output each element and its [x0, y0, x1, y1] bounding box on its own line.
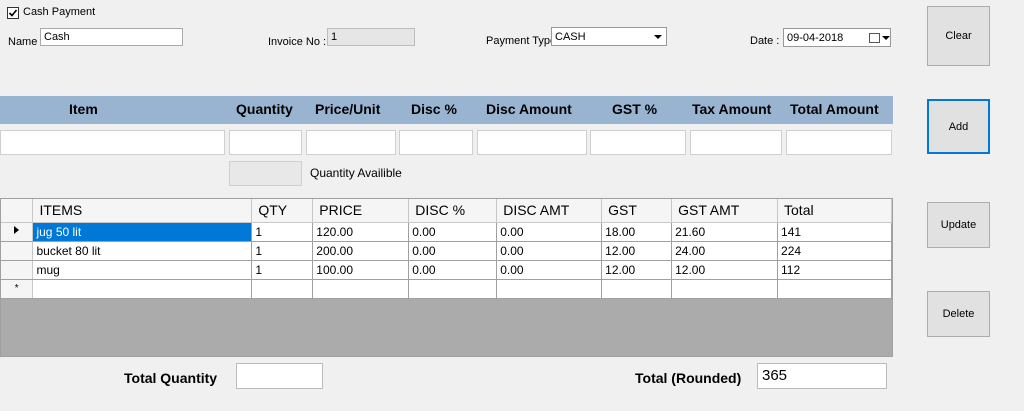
col-disc-pct[interactable]: DISC %: [408, 199, 498, 223]
payment-type-value: CASH: [555, 30, 586, 43]
quantity-available-field: [229, 161, 302, 186]
add-button[interactable]: Add: [927, 99, 990, 154]
grid-cell[interactable]: 0.00: [496, 222, 603, 242]
tax-amount-input[interactable]: [690, 130, 782, 155]
disc-amount-input[interactable]: [477, 130, 587, 155]
quantity-input[interactable]: [229, 130, 302, 155]
grid-cell[interactable]: [496, 279, 603, 299]
grid-cell[interactable]: 24.00: [671, 241, 779, 261]
grid-cell[interactable]: [671, 279, 779, 299]
row-header[interactable]: [1, 260, 34, 280]
table-row[interactable]: mug 1 100.00 0.00 0.00 12.00 12.00 112: [1, 260, 892, 280]
new-row-marker: *: [1, 279, 34, 299]
row-pointer-icon: [14, 226, 20, 234]
grid-cell[interactable]: 224: [777, 241, 892, 261]
invoice-label: Invoice No :: [268, 36, 327, 48]
total-amount-input[interactable]: [786, 130, 892, 155]
header-item: Item: [69, 101, 98, 117]
cash-payment-label: Cash Payment: [23, 6, 96, 18]
disc-pct-input[interactable]: [399, 130, 473, 155]
grid-cell[interactable]: 0.00: [408, 222, 498, 242]
entry-header: Item Quantity Price/Unit Disc % Disc Amo…: [0, 96, 893, 124]
col-gst[interactable]: GST: [601, 199, 673, 223]
grid-cell[interactable]: 21.60: [671, 222, 779, 242]
grid-cell[interactable]: 12.00: [601, 260, 673, 280]
row-header[interactable]: [1, 241, 34, 261]
col-qty[interactable]: QTY: [251, 199, 314, 223]
grid-cell[interactable]: 120.00: [312, 222, 410, 242]
grid-cell[interactable]: 141: [777, 222, 892, 242]
grid-cell[interactable]: [408, 279, 498, 299]
header-quantity: Quantity: [236, 101, 293, 117]
grid-cell[interactable]: 0.00: [496, 241, 603, 261]
new-row[interactable]: *: [1, 279, 892, 299]
grid-cell[interactable]: [312, 279, 410, 299]
current-row-indicator: [1, 222, 34, 242]
calendar-icon[interactable]: [868, 29, 890, 46]
clear-button[interactable]: Clear: [927, 6, 990, 66]
name-input[interactable]: Cash: [40, 28, 183, 46]
grid-cell[interactable]: 100.00: [312, 260, 410, 280]
items-grid[interactable]: ITEMS QTY PRICE DISC % DISC AMT GST GST …: [0, 198, 893, 357]
check-icon: [8, 9, 18, 17]
grid-cell[interactable]: bucket 80 lit: [32, 241, 253, 261]
grid-cell[interactable]: [777, 279, 892, 299]
grid-cell[interactable]: 112: [777, 260, 892, 280]
quantity-available-label: Quantity Availible: [310, 166, 402, 180]
payment-type-dropdown[interactable]: CASH: [551, 27, 667, 46]
row-header-corner: [1, 199, 34, 223]
header-disc-pct: Disc %: [411, 101, 457, 117]
delete-button[interactable]: Delete: [927, 291, 990, 337]
chevron-down-icon: [650, 28, 666, 45]
grid-cell[interactable]: 0.00: [496, 260, 603, 280]
grid-cell[interactable]: [251, 279, 314, 299]
grid-cell[interactable]: 1: [251, 241, 314, 261]
date-value: 09-04-2018: [787, 31, 844, 44]
item-input[interactable]: [0, 130, 225, 155]
grid-cell[interactable]: [601, 279, 673, 299]
grid-cell[interactable]: 1: [251, 260, 314, 280]
grid-cell[interactable]: jug 50 lit: [32, 222, 253, 242]
col-price[interactable]: PRICE: [312, 199, 410, 223]
total-rounded-field: 365: [757, 363, 887, 389]
gst-pct-input[interactable]: [590, 130, 686, 155]
grid-cell[interactable]: 12.00: [671, 260, 779, 280]
table-row[interactable]: bucket 80 lit 1 200.00 0.00 0.00 12.00 2…: [1, 241, 892, 261]
grid-cell[interactable]: [32, 279, 253, 299]
header-tax-amount: Tax Amount: [692, 101, 772, 117]
cash-payment-checkbox[interactable]: [7, 7, 19, 19]
total-quantity-field: [236, 363, 323, 389]
table-row[interactable]: jug 50 lit 1 120.00 0.00 0.00 18.00 21.6…: [1, 222, 892, 242]
header-price-unit: Price/Unit: [315, 101, 381, 117]
invoice-number-field: 1: [327, 28, 415, 46]
date-picker[interactable]: 09-04-2018: [783, 28, 891, 47]
grid-cell[interactable]: 18.00: [601, 222, 673, 242]
grid-cell[interactable]: 12.00: [601, 241, 673, 261]
grid-cell[interactable]: 0.00: [408, 241, 498, 261]
grid-cell[interactable]: 0.00: [408, 260, 498, 280]
col-items[interactable]: ITEMS: [32, 199, 253, 223]
grid-cell[interactable]: 1: [251, 222, 314, 242]
col-gst-amt[interactable]: GST AMT: [671, 199, 779, 223]
update-button[interactable]: Update: [927, 202, 990, 248]
grid-cell[interactable]: mug: [32, 260, 253, 280]
date-label: Date :: [750, 35, 780, 47]
name-label: Name: [8, 36, 38, 48]
total-rounded-label: Total (Rounded): [635, 370, 742, 386]
col-disc-amt[interactable]: DISC AMT: [496, 199, 603, 223]
header-gst-pct: GST %: [612, 101, 658, 117]
total-quantity-label: Total Quantity: [124, 370, 218, 386]
header-disc-amount: Disc Amount: [486, 101, 572, 117]
grid-cell[interactable]: 200.00: [312, 241, 410, 261]
grid-header-row: ITEMS QTY PRICE DISC % DISC AMT GST GST …: [1, 199, 892, 223]
col-total[interactable]: Total: [777, 199, 892, 223]
price-unit-input[interactable]: [306, 130, 396, 155]
header-total-amount: Total Amount: [790, 101, 879, 117]
